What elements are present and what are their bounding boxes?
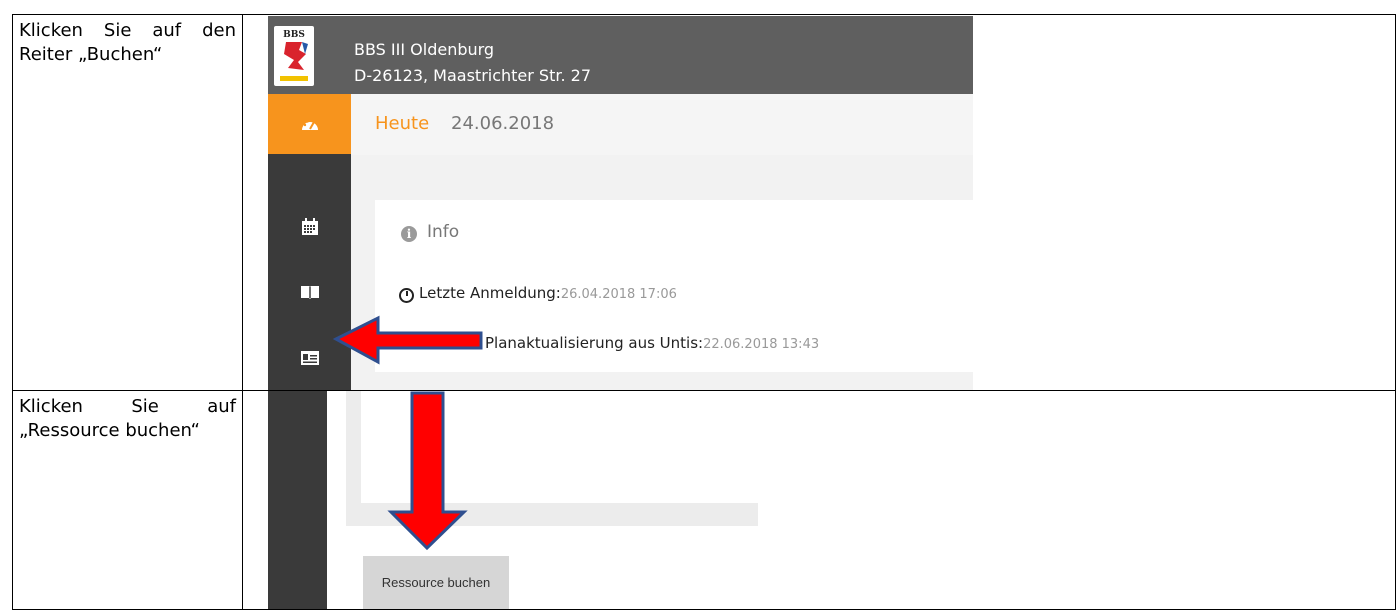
clock-icon <box>399 288 414 303</box>
sidebar-dashboard[interactable] <box>268 94 351 154</box>
last-login: Letzte Anmeldung:26.04.2018 17:06 <box>419 284 677 302</box>
app-header: BBS BBS III Oldenburg D-26123, Maastrich… <box>268 16 973 94</box>
app-sidebar <box>268 94 351 390</box>
instruction-text-2: Klicken Sie auf „Ressource bu­chen“ <box>19 395 236 441</box>
dashboard-icon <box>301 120 318 130</box>
sidebar-book[interactable] <box>268 262 351 322</box>
id-card-icon <box>300 351 319 365</box>
date-bar: Heute 24.06.2018 <box>351 94 973 155</box>
content-divider <box>346 502 758 526</box>
last-login-label: Letzte Anmeldung: <box>419 284 561 302</box>
last-login-value: 26.04.2018 17:06 <box>560 287 677 302</box>
app-screenshot-booking: Ressource buchen <box>268 390 848 609</box>
book-resource-button[interactable]: Ressource buchen <box>363 555 509 609</box>
today-date: 24.06.2018 <box>451 113 555 134</box>
app-sidebar <box>268 390 327 609</box>
instruction-cell-1: Klicken Sie auf den Reiter „Bu­chen“ <box>12 14 243 391</box>
book-icon <box>300 286 319 299</box>
info-title: Info <box>427 222 460 242</box>
instruction-row-2: Klicken Sie auf „Ressource bu­chen“ Ress… <box>12 389 1396 610</box>
screenshot-cell-1: BBS BBS III Oldenburg D-26123, Maastrich… <box>242 14 1396 391</box>
plan-update-value: 22.06.2018 13:43 <box>703 337 820 352</box>
sidebar-booking-tab[interactable] <box>268 328 351 388</box>
instruction-text-1: Klicken Sie auf den Reiter „Bu­chen“ <box>19 20 236 65</box>
svg-text:BBS: BBS <box>283 30 305 40</box>
instruction-cell-2: Klicken Sie auf „Ressource bu­chen“ <box>12 389 243 610</box>
school-logo: BBS <box>274 26 314 86</box>
info-icon <box>401 226 417 242</box>
plan-update-label: Planaktualisierung aus Untis: <box>485 334 704 352</box>
school-name: BBS III Oldenburg <box>354 40 495 59</box>
instruction-row-1: Klicken Sie auf den Reiter „Bu­chen“ BBS <box>12 14 1396 391</box>
content-divider <box>346 390 361 511</box>
sidebar-calendar[interactable] <box>268 197 351 257</box>
school-address: D-26123, Maastrichter Str. 27 <box>354 66 591 85</box>
today-label: Heute <box>375 113 430 134</box>
instruction-table: Klicken Sie auf den Reiter „Bu­chen“ BBS <box>12 14 1396 610</box>
app-screenshot-dashboard: BBS BBS III Oldenburg D-26123, Maastrich… <box>268 16 973 390</box>
info-card: Info Letzte Anmeldung:26.04.2018 17:06 P… <box>375 200 973 372</box>
calendar-icon <box>301 218 318 235</box>
screenshot-cell-2: Ressource buchen <box>242 389 1396 610</box>
plan-update: Planaktualisierung aus Untis:22.06.2018 … <box>485 334 819 352</box>
